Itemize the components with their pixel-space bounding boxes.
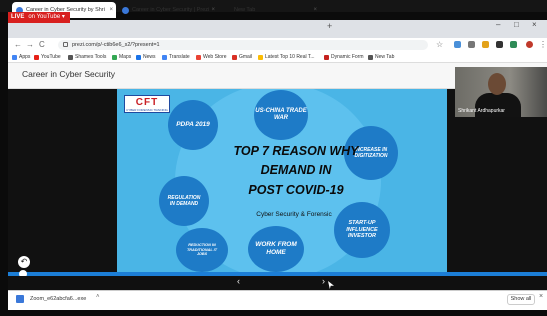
extension-icon[interactable] <box>454 41 461 48</box>
address-url: prezi.com/p/-ctib6e6_s2/?present=1 <box>72 42 160 48</box>
tab-title: New Tab <box>234 7 256 13</box>
circle-label: REDUCTION IN TRADITIONAL IT JOBS <box>186 242 218 257</box>
tab-new-tab[interactable]: New Tab × <box>220 2 320 18</box>
browser-toolbar: ← → C prezi.com/p/-ctib6e6_s2/?present=1… <box>8 38 547 52</box>
previous-step-button[interactable]: ‹ <box>237 276 240 286</box>
presentation-nav-bar <box>8 276 547 290</box>
cft-logo: CFT CYBER FORENSIC TRAINING <box>124 95 170 113</box>
bookmark-icon <box>232 55 237 60</box>
bookmark-label: Apps <box>19 54 31 60</box>
download-bar <box>8 290 547 310</box>
bookmark-icon <box>112 55 117 60</box>
circle-work-from-home: WORK FROM HOME <box>248 226 304 272</box>
bookmark-item[interactable]: News <box>136 52 156 63</box>
circle-us-china-trade-war: US-CHINA TRADE WAR <box>254 90 308 140</box>
extension-icon[interactable] <box>510 41 517 48</box>
close-window-button[interactable]: × <box>532 20 537 29</box>
logo-text: CFT <box>135 97 159 108</box>
bookmark-item[interactable]: New Tab <box>368 52 394 63</box>
back-button[interactable]: ← <box>14 38 22 52</box>
forward-button[interactable]: → <box>26 38 34 52</box>
live-source: on YouTube ▾ <box>28 14 65 20</box>
next-step-button[interactable]: › <box>322 276 325 286</box>
circle-label: PDPA 2019 <box>176 120 210 128</box>
tab-close-icon[interactable]: × <box>313 2 317 18</box>
bookmark-label: Dynamic Form <box>331 54 364 60</box>
bookmark-label: Gmail <box>239 54 253 60</box>
bookmark-item[interactable]: Apps <box>12 52 30 63</box>
bookmark-icon <box>368 55 373 60</box>
presenter-name: Shrikant Ardhapurkar <box>458 108 505 114</box>
title-line: TOP 7 REASON WHY <box>233 144 359 158</box>
tab-close-icon[interactable]: × <box>109 2 113 18</box>
profile-avatar[interactable] <box>526 41 533 48</box>
logo-subtext: CYBER FORENSIC TRAINING <box>126 108 168 112</box>
slide-subtitle: Cyber Security & Forensic <box>256 211 332 218</box>
extension-icon[interactable] <box>468 41 475 48</box>
bookmark-item[interactable]: Gmail <box>232 52 252 63</box>
download-chevron-icon[interactable]: ˄ <box>96 294 100 300</box>
browser-menu-icon[interactable]: ⋮ <box>539 38 547 52</box>
bookmark-label: New Tab <box>375 54 395 60</box>
bookmark-item[interactable]: Translate <box>162 52 190 63</box>
maximize-button[interactable]: □ <box>514 20 519 29</box>
presentation-title: Career in Cyber Security <box>22 69 116 79</box>
back-arrow-icon[interactable]: ↶ <box>18 256 30 268</box>
extension-icon[interactable] <box>496 41 503 48</box>
bookmark-icon <box>324 55 329 60</box>
circle-label: US-CHINA TRADE WAR <box>255 107 307 122</box>
circle-regulation-demand: REGULATION IN DEMAND <box>159 176 209 226</box>
bookmarks-bar: Apps YouTube Shames Tools Maps News Translate… <box>8 52 547 63</box>
bookmark-icon <box>68 55 73 60</box>
bookmark-item[interactable]: Shames Tools <box>68 52 106 63</box>
bookmark-item[interactable]: Maps <box>112 52 131 63</box>
bookmark-label: Web Store <box>203 54 227 60</box>
lock-icon <box>63 42 68 47</box>
bookmark-label: Maps <box>119 54 132 60</box>
bookmark-item[interactable]: Latest Top 10 Real T... <box>258 52 315 63</box>
circle-label: REGULATION IN DEMAND <box>167 194 201 207</box>
bookmark-label: Translate <box>169 54 190 60</box>
presenter-head <box>488 73 506 95</box>
bookmark-item[interactable]: Dynamic Form <box>324 52 364 63</box>
tab-title: Career in Cyber Security | Prezi <box>132 7 210 13</box>
tab-prezi[interactable]: Career in Cyber Security | Prezi × <box>118 2 218 18</box>
live-label: LIVE <box>11 14 25 20</box>
bookmark-label: News <box>143 54 156 60</box>
bookmark-item[interactable]: Web Store <box>196 52 227 63</box>
address-bar[interactable]: prezi.com/p/-ctib6e6_s2/?present=1 <box>58 40 428 50</box>
show-all-button[interactable]: Show all <box>507 294 535 305</box>
download-file-icon <box>16 295 24 303</box>
circle-label: WORK FROM HOME <box>255 240 297 256</box>
download-file-name[interactable]: Zoom_e62abcfa6...exe <box>30 296 86 302</box>
extension-icon[interactable] <box>482 41 489 48</box>
download-bar-close-icon[interactable]: × <box>539 293 543 300</box>
reload-button[interactable]: C <box>39 38 45 52</box>
webcam-tile: Shrikant Ardhapurkar <box>455 67 547 117</box>
bookmark-icon <box>258 55 263 60</box>
circle-reduction-it-jobs: REDUCTION IN TRADITIONAL IT JOBS <box>176 228 228 272</box>
title-line: POST COVID-19 <box>248 182 344 197</box>
bookmark-item[interactable]: YouTube <box>34 52 61 63</box>
new-tab-button[interactable]: + <box>327 21 332 31</box>
tab-close-icon[interactable]: × <box>211 2 215 18</box>
bookmark-label: Shames Tools <box>75 54 107 60</box>
tab-favicon-icon <box>122 7 129 14</box>
circle-pdpa-2019: PDPA 2019 <box>168 100 218 150</box>
bookmark-star-icon[interactable]: ☆ <box>436 38 443 52</box>
bookmark-icon <box>196 55 201 60</box>
bookmark-icon <box>12 55 17 60</box>
browser-tab-strip <box>8 20 547 38</box>
bookmark-icon <box>162 55 167 60</box>
slide-main-title: TOP 7 REASON WHY DEMAND IN POST COVID-19 <box>225 142 367 200</box>
bookmark-label: Latest Top 10 Real T... <box>265 54 315 60</box>
circle-label: START-UP INFLUENCE INVESTOR <box>346 219 378 240</box>
title-line: DEMAND IN <box>260 163 332 178</box>
bookmark-icon <box>34 55 39 60</box>
bookmark-label: YouTube <box>41 54 61 60</box>
live-badge: LIVE on YouTube ▾ <box>8 12 70 23</box>
minimize-button[interactable]: – <box>496 20 500 29</box>
bookmark-icon <box>136 55 141 60</box>
